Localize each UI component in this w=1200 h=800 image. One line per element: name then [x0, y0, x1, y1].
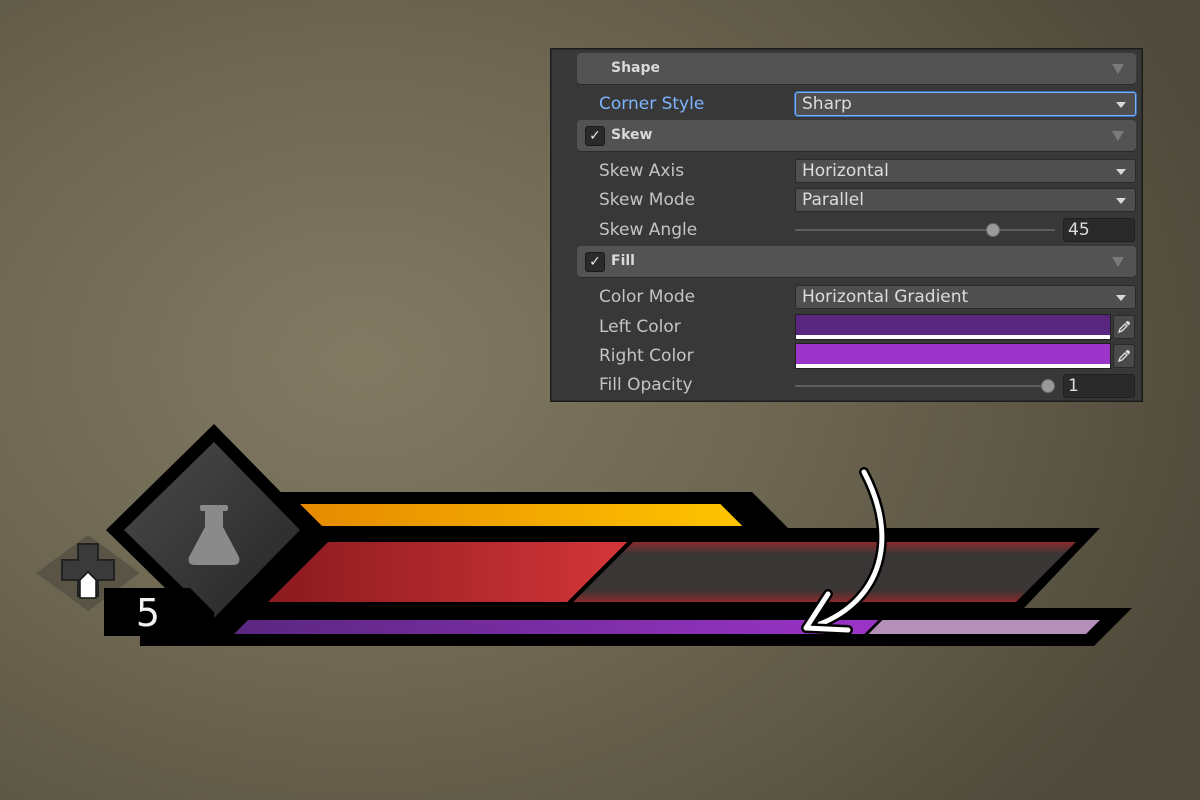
fill-enabled-checkbox[interactable]: ✓: [585, 252, 605, 272]
left-color-swatch: [796, 315, 1110, 335]
skew-enabled-checkbox[interactable]: ✓: [585, 126, 605, 146]
health-bar-frame: [240, 528, 1100, 608]
annotation-arrow-icon: [801, 467, 887, 635]
skew-angle-slider-thumb[interactable]: [985, 223, 1000, 237]
shape-section-title: Shape: [611, 60, 661, 76]
skew-angle-value: 45: [1068, 220, 1090, 240]
corner-style-value: Sharp: [802, 94, 852, 114]
skew-section-title: Skew: [611, 127, 653, 143]
checkmark-icon: ✓: [589, 128, 601, 144]
skew-axis-dropdown[interactable]: Horizontal: [795, 159, 1136, 183]
mana-bar-empty: [868, 620, 1100, 634]
color-mode-label: Color Mode: [599, 287, 696, 307]
left-color-field[interactable]: [795, 314, 1111, 340]
flask-icon: [188, 505, 240, 565]
right-color-label: Right Color: [599, 346, 694, 366]
fill-section-header[interactable]: ✓ Fill: [577, 246, 1136, 277]
mana-bar-fill: [234, 620, 879, 634]
health-bar-empty: [573, 542, 1076, 602]
skew-angle-label: Skew Angle: [599, 220, 698, 240]
dpad-icon: [61, 543, 115, 599]
fill-opacity-slider-thumb[interactable]: [1041, 379, 1055, 393]
dropdown-arrow-icon: [1116, 198, 1126, 204]
fill-opacity-value: 1: [1068, 376, 1079, 396]
right-color-eyedropper-button[interactable]: [1113, 344, 1135, 368]
corner-style-label: Corner Style: [599, 94, 705, 114]
skew-section-header[interactable]: ✓ Skew: [577, 120, 1136, 151]
level-diamond-frame: [106, 424, 318, 636]
left-color-eyedropper-button[interactable]: [1113, 315, 1135, 339]
skew-angle-input[interactable]: 45: [1063, 218, 1135, 242]
dropdown-arrow-icon: [1116, 169, 1126, 175]
foldout-triangle-icon[interactable]: [1112, 257, 1124, 267]
skew-axis-label: Skew Axis: [599, 161, 685, 181]
color-mode-dropdown[interactable]: Horizontal Gradient: [795, 285, 1136, 309]
left-color-label: Left Color: [599, 317, 681, 337]
level-diamond: [124, 442, 300, 618]
energy-bar-fill: [300, 504, 743, 526]
health-bar-fill: [268, 542, 628, 602]
skew-mode-dropdown[interactable]: Parallel: [795, 188, 1136, 212]
controller-badge: [36, 535, 140, 611]
inspector-panel: Shape Corner Style Sharp ✓ Skew Skew Axi…: [550, 48, 1143, 402]
color-mode-value: Horizontal Gradient: [802, 287, 969, 307]
corner-style-dropdown[interactable]: Sharp: [795, 92, 1136, 116]
eyedropper-icon: [1117, 321, 1130, 334]
checkmark-icon: ✓: [589, 254, 601, 270]
skew-axis-value: Horizontal: [802, 161, 889, 181]
fill-opacity-slider-track[interactable]: [795, 385, 1055, 387]
dropdown-arrow-icon: [1116, 295, 1126, 301]
skew-mode-label: Skew Mode: [599, 190, 696, 210]
mana-bar-frame: [140, 608, 1132, 646]
dropdown-arrow-icon: [1116, 102, 1126, 108]
skew-mode-value: Parallel: [802, 190, 864, 210]
level-number: 5: [136, 591, 160, 635]
fill-section-title: Fill: [611, 253, 635, 269]
foldout-triangle-icon[interactable]: [1112, 64, 1124, 74]
foldout-triangle-icon[interactable]: [1112, 131, 1124, 141]
fill-opacity-label: Fill Opacity: [599, 375, 693, 395]
fill-opacity-input[interactable]: 1: [1063, 374, 1135, 398]
energy-bar-frame: [240, 492, 790, 530]
right-color-swatch: [796, 344, 1110, 364]
level-number-plate: [104, 588, 214, 636]
shape-section-header[interactable]: Shape: [577, 53, 1136, 84]
eyedropper-icon: [1117, 350, 1130, 363]
right-color-field[interactable]: [795, 343, 1111, 369]
skew-angle-slider-track[interactable]: [795, 229, 1055, 231]
